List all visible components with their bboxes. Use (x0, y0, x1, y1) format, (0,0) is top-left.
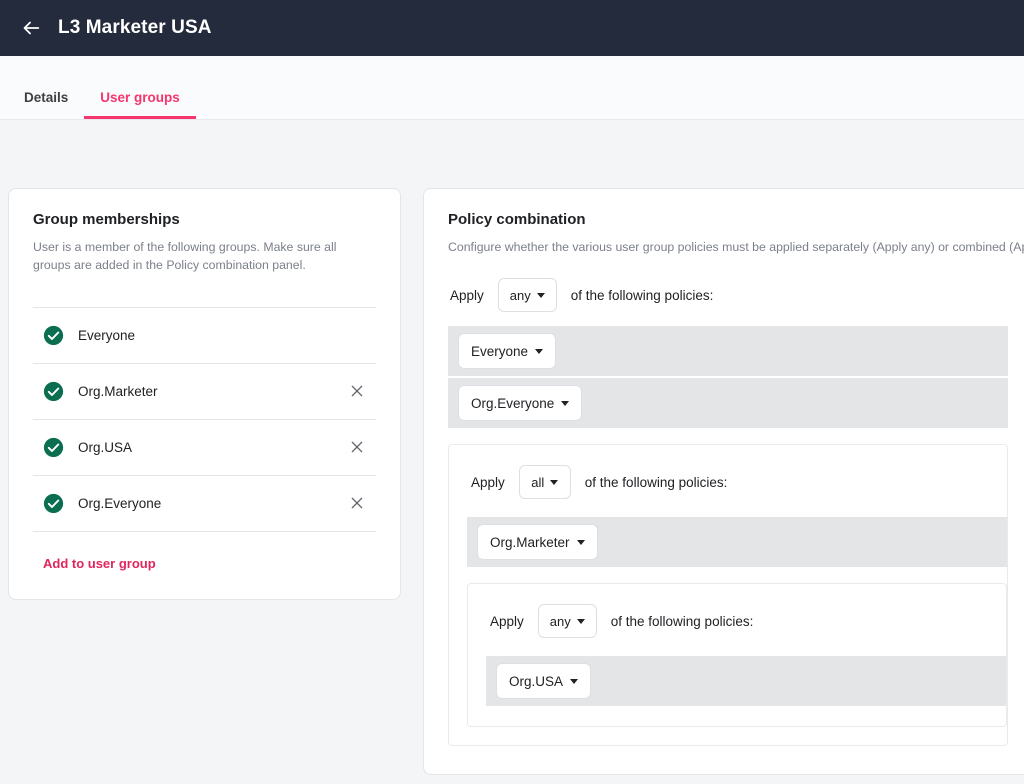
remove-group-button[interactable] (346, 492, 368, 514)
chevron-down-icon (570, 679, 578, 684)
policy-row: Everyone (448, 326, 1008, 376)
policy-select-everyone[interactable]: Everyone (458, 333, 556, 369)
policy-group-level-0: Apply any of the following policies: Eve… (448, 278, 1008, 746)
operator-select-level-0[interactable]: any (498, 278, 557, 312)
chevron-down-icon (535, 349, 543, 354)
apply-row-level-1: Apply all of the following policies: (449, 465, 1007, 499)
check-circle-icon (43, 493, 64, 514)
policy-combination-description: Configure whether the various user group… (448, 238, 1008, 256)
tab-bar: Details User groups (0, 56, 1024, 120)
check-circle-icon (43, 325, 64, 346)
group-name: Everyone (78, 328, 332, 343)
operator-select-level-2[interactable]: any (538, 604, 597, 638)
apply-row-level-2: Apply any of the following policies: (468, 604, 1006, 638)
group-membership-list: Everyone Org.Marketer (33, 307, 376, 532)
operator-value: any (510, 288, 531, 303)
apply-label: Apply (490, 614, 524, 629)
arrow-left-icon (20, 17, 42, 39)
back-button[interactable] (18, 15, 44, 41)
operator-select-level-1[interactable]: all (519, 465, 571, 499)
remove-group-button[interactable] (346, 436, 368, 458)
app-header: L3 Marketer USA (0, 0, 1024, 56)
apply-label: Apply (450, 288, 484, 303)
list-item[interactable]: Everyone (33, 308, 376, 364)
group-name: Org.Marketer (78, 384, 332, 399)
remove-group-button[interactable] (346, 380, 368, 402)
check-circle-icon (43, 381, 64, 402)
tab-user-groups[interactable]: User groups (84, 91, 196, 120)
policy-value: Org.Everyone (471, 396, 554, 411)
policy-select-org-marketer[interactable]: Org.Marketer (477, 524, 598, 560)
policy-row: Org.USA (486, 656, 1006, 706)
group-memberships-card: Group memberships User is a member of th… (8, 188, 401, 600)
main-content: Group memberships User is a member of th… (0, 120, 1024, 784)
policy-group-level-2: Apply any of the following policies: Org… (467, 583, 1007, 727)
policy-value: Org.Marketer (490, 535, 570, 550)
policy-value: Everyone (471, 344, 528, 359)
group-memberships-title: Group memberships (33, 211, 376, 228)
chevron-down-icon (577, 619, 585, 624)
apply-suffix-text: of the following policies: (571, 288, 714, 303)
list-item[interactable]: Org.USA (33, 420, 376, 476)
apply-row-level-0: Apply any of the following policies: (448, 278, 1008, 312)
apply-suffix-text: of the following policies: (611, 614, 754, 629)
page-title: L3 Marketer USA (58, 17, 212, 39)
operator-value: any (550, 614, 571, 629)
chevron-down-icon (550, 480, 558, 485)
policy-select-org-everyone[interactable]: Org.Everyone (458, 385, 582, 421)
policy-combination-card: Policy combination Configure whether the… (423, 188, 1024, 775)
chevron-down-icon (537, 293, 545, 298)
list-item[interactable]: Org.Everyone (33, 476, 376, 532)
policy-combination-title: Policy combination (448, 211, 1008, 228)
chevron-down-icon (577, 540, 585, 545)
chevron-down-icon (561, 401, 569, 406)
operator-value: all (531, 475, 544, 490)
check-circle-icon (43, 437, 64, 458)
policy-row: Org.Marketer (467, 517, 1007, 567)
apply-label: Apply (471, 475, 505, 490)
group-memberships-description: User is a member of the following groups… (33, 238, 368, 275)
policy-group-level-1: Apply all of the following policies: Org… (448, 444, 1008, 746)
tab-details[interactable]: Details (8, 91, 84, 120)
apply-suffix-text: of the following policies: (585, 475, 728, 490)
group-name: Org.USA (78, 440, 332, 455)
policy-row: Org.Everyone (448, 378, 1008, 428)
policy-select-org-usa[interactable]: Org.USA (496, 663, 591, 699)
list-item[interactable]: Org.Marketer (33, 364, 376, 420)
policy-value: Org.USA (509, 674, 563, 689)
group-name: Org.Everyone (78, 496, 332, 511)
add-to-user-group-link[interactable]: Add to user group (43, 556, 156, 571)
